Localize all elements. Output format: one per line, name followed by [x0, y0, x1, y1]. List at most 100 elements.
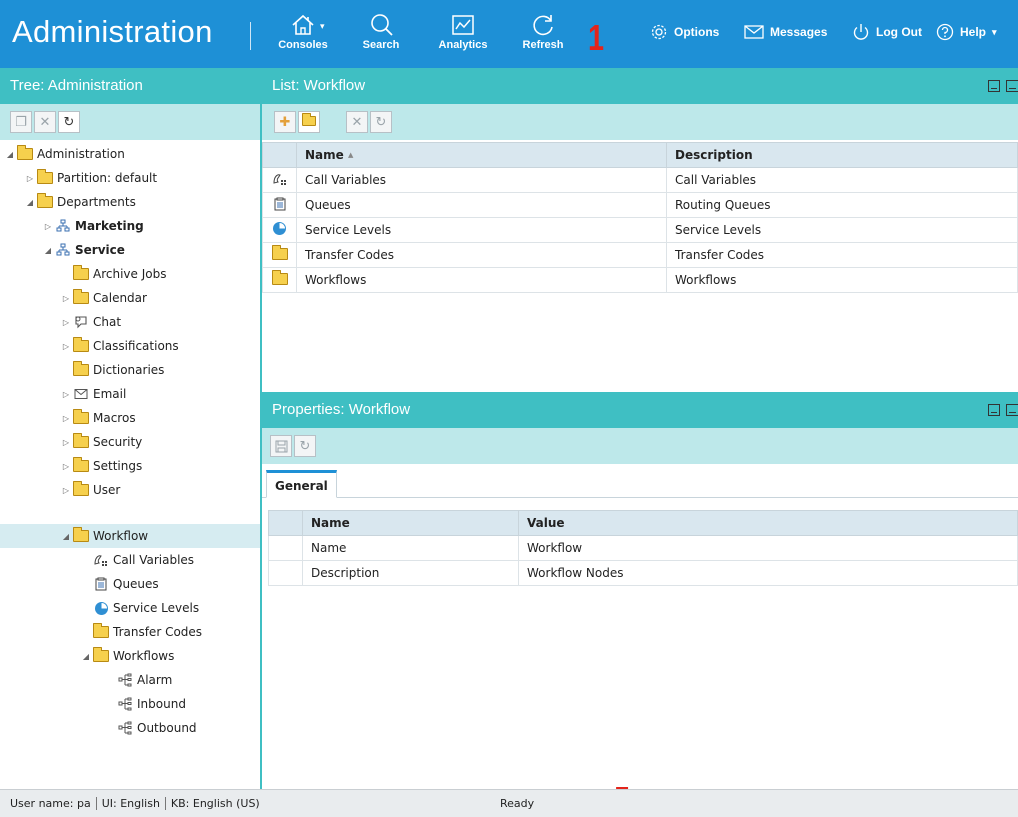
- callout-1: 1: [588, 17, 605, 58]
- tree-item-transfer-codes[interactable]: Transfer Codes: [0, 620, 260, 644]
- table-row[interactable]: Transfer Codes Transfer Codes: [262, 242, 1018, 268]
- copy-button[interactable]: ❐: [10, 111, 32, 133]
- tree-item-security[interactable]: ▷ Security: [0, 430, 260, 454]
- tree-item-alarm[interactable]: Alarm: [0, 668, 260, 692]
- expand-toggle-icon[interactable]: ◢: [4, 150, 16, 159]
- messages-link[interactable]: Messages: [744, 21, 827, 43]
- tree-item-workflows[interactable]: ◢ Workflows: [0, 644, 260, 668]
- tree-item-departments[interactable]: ◢ Departments: [0, 190, 260, 214]
- tree-item-chat[interactable]: ▷ Chat: [0, 310, 260, 334]
- expand-toggle-icon[interactable]: ▷: [60, 294, 72, 303]
- table-row[interactable]: Queues Routing Queues: [262, 192, 1018, 218]
- status-user-name: User name: pa: [10, 797, 91, 810]
- tree-item-label: Partition: default: [57, 171, 158, 185]
- expand-toggle-icon[interactable]: ▷: [60, 342, 72, 351]
- tree-item-label: Workflow: [93, 529, 149, 543]
- table-row[interactable]: Description Workflow Nodes: [268, 560, 1018, 586]
- tree-item-marketing[interactable]: ▷ Marketing: [0, 214, 260, 238]
- name-column-header[interactable]: Name ▲: [296, 142, 667, 168]
- expand-toggle-icon[interactable]: ◢: [60, 532, 72, 541]
- expand-toggle-icon[interactable]: ▷: [60, 390, 72, 399]
- table-row[interactable]: Name Workflow: [268, 535, 1018, 561]
- tree-panel-header: Tree: Administration: [0, 68, 260, 104]
- tree-item-label: Service: [75, 243, 125, 257]
- folder-icon: [72, 361, 90, 378]
- tree-item-outbound[interactable]: Outbound: [0, 716, 260, 740]
- tree-item-settings[interactable]: ▷ Settings: [0, 454, 260, 478]
- expand-toggle-icon[interactable]: ◢: [42, 246, 54, 255]
- properties-refresh-button[interactable]: ↻: [294, 435, 316, 457]
- folder-icon: [262, 242, 297, 268]
- maximize-button[interactable]: [1006, 80, 1018, 92]
- expand-toggle-icon[interactable]: ▷: [60, 318, 72, 327]
- analytics-label: Analytics: [438, 39, 488, 51]
- list-panel-header: List: Workflow: [262, 68, 1018, 104]
- expand-toggle-icon[interactable]: ▷: [60, 486, 72, 495]
- analytics-button[interactable]: Analytics: [428, 8, 498, 64]
- list-refresh-button[interactable]: ↻: [370, 111, 392, 133]
- refresh-label: Refresh: [522, 39, 564, 51]
- expand-toggle-icon[interactable]: ▷: [60, 438, 72, 447]
- property-value-cell[interactable]: Workflow: [518, 535, 1018, 561]
- tree-item-user[interactable]: ▷ User: [0, 478, 260, 502]
- tree-item-workflow[interactable]: ◢ Workflow: [0, 524, 260, 548]
- tree-item-classifications[interactable]: ▷ Classifications: [0, 334, 260, 358]
- row-description-cell: Service Levels: [666, 217, 1018, 243]
- hierarchy-icon: [54, 218, 72, 234]
- refresh-button[interactable]: Refresh: [508, 8, 578, 64]
- consoles-button[interactable]: Consoles ▾: [268, 8, 338, 64]
- logout-link[interactable]: Log Out: [852, 21, 922, 43]
- new-document-icon: ✚: [279, 114, 291, 130]
- tree-item-service-levels[interactable]: Service Levels: [0, 596, 260, 620]
- search-button[interactable]: Search: [346, 8, 416, 64]
- tree-item-email[interactable]: ▷ Email: [0, 382, 260, 406]
- expand-toggle-icon[interactable]: ◢: [24, 198, 36, 207]
- minimize-button[interactable]: [988, 80, 1000, 92]
- tab-general[interactable]: General: [266, 470, 337, 498]
- maximize-button[interactable]: [1006, 404, 1018, 416]
- tree-item-macros[interactable]: ▷ Macros: [0, 406, 260, 430]
- chevron-down-icon: ▾: [992, 26, 997, 37]
- expand-toggle-icon[interactable]: ◢: [80, 652, 92, 661]
- expand-toggle-icon[interactable]: ▷: [60, 462, 72, 471]
- save-button[interactable]: [270, 435, 292, 457]
- delete-item-button[interactable]: ✕: [346, 111, 368, 133]
- tree-item-label: Departments: [57, 195, 136, 209]
- tree-item-administration[interactable]: ◢ Administration: [0, 142, 260, 166]
- row-gutter: [268, 535, 303, 561]
- property-value-cell[interactable]: Workflow Nodes: [518, 560, 1018, 586]
- title-separator: [250, 22, 251, 50]
- tree-item-label: Security: [93, 435, 143, 449]
- folder-icon: [72, 527, 90, 544]
- options-link[interactable]: Options: [650, 21, 719, 43]
- tree-item-partition[interactable]: ▷ Partition: default: [0, 166, 260, 190]
- tree-item-archive-jobs[interactable]: Archive Jobs: [0, 262, 260, 286]
- expand-toggle-icon[interactable]: ▷: [24, 174, 36, 183]
- tree-item-queues[interactable]: Queues: [0, 572, 260, 596]
- minimize-button[interactable]: [988, 404, 1000, 416]
- expand-toggle-icon[interactable]: ▷: [42, 222, 54, 231]
- queues-icon: [262, 192, 297, 218]
- expand-toggle-icon[interactable]: ▷: [60, 414, 72, 423]
- delete-button[interactable]: ✕: [34, 111, 56, 133]
- new-item-button[interactable]: ✚: [274, 111, 296, 133]
- table-row[interactable]: Service Levels Service Levels: [262, 217, 1018, 243]
- tree-item-dictionaries[interactable]: Dictionaries: [0, 358, 260, 382]
- call-variables-icon: [262, 167, 297, 193]
- tree-item-service[interactable]: ◢ Service: [0, 238, 260, 262]
- new-folder-button[interactable]: [298, 111, 320, 133]
- power-icon: [853, 24, 869, 40]
- description-column-header[interactable]: Description: [666, 142, 1018, 168]
- folder-icon: [72, 409, 90, 426]
- hierarchy-icon: [54, 242, 72, 258]
- tree-item-calendar[interactable]: ▷ Calendar: [0, 286, 260, 310]
- help-label: Help: [960, 25, 987, 39]
- table-row[interactable]: Workflows Workflows: [262, 267, 1018, 293]
- table-row[interactable]: Call Variables Call Variables: [262, 167, 1018, 193]
- help-link[interactable]: Help ▾: [936, 21, 997, 43]
- tree-item-label: Archive Jobs: [93, 267, 167, 281]
- tree-refresh-button[interactable]: ↻: [58, 111, 80, 133]
- tree-item-inbound[interactable]: Inbound: [0, 692, 260, 716]
- tree-item-label: Inbound: [137, 697, 186, 711]
- tree-item-call-variables[interactable]: Call Variables: [0, 548, 260, 572]
